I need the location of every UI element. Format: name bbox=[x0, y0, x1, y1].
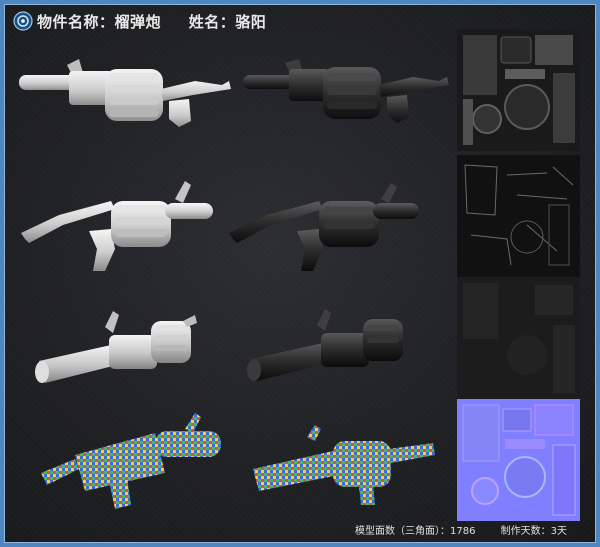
gun-model-uv-checker-2 bbox=[253, 425, 435, 505]
outer-frame: 物件名称：榴弹炮 姓名：骆阳 模型面数（三角面）：1786 制作天数：3天 bbox=[0, 0, 600, 547]
gun-model-dark-3 bbox=[247, 309, 403, 381]
face-count-field: 模型面数（三角面）：1786 bbox=[354, 526, 476, 537]
production-days-field: 制作天数：3天 bbox=[500, 526, 567, 537]
gun-model-dark-1 bbox=[243, 59, 449, 123]
texture-specular bbox=[457, 155, 580, 277]
gun-model-white-3 bbox=[35, 311, 197, 383]
gun-model-white-2 bbox=[21, 181, 213, 271]
item-name-field: 物件名称：榴弹炮 bbox=[37, 13, 162, 31]
author-field: 姓名：骆阳 bbox=[188, 13, 267, 31]
stats-footer: 模型面数（三角面）：1786 制作天数：3天 bbox=[333, 522, 567, 537]
texture-diffuse bbox=[457, 29, 580, 151]
texture-gloss bbox=[457, 277, 580, 399]
texture-normal bbox=[457, 399, 580, 521]
gun-model-uv-checker-1 bbox=[41, 413, 221, 509]
gun-model-white-1 bbox=[19, 59, 231, 127]
gun-model-dark-2 bbox=[229, 183, 419, 271]
presentation-sheet: 物件名称：榴弹炮 姓名：骆阳 模型面数（三角面）：1786 制作天数：3天 bbox=[4, 4, 596, 543]
sheet-title: 物件名称：榴弹炮 姓名：骆阳 bbox=[37, 11, 288, 32]
logo-icon bbox=[13, 11, 33, 31]
